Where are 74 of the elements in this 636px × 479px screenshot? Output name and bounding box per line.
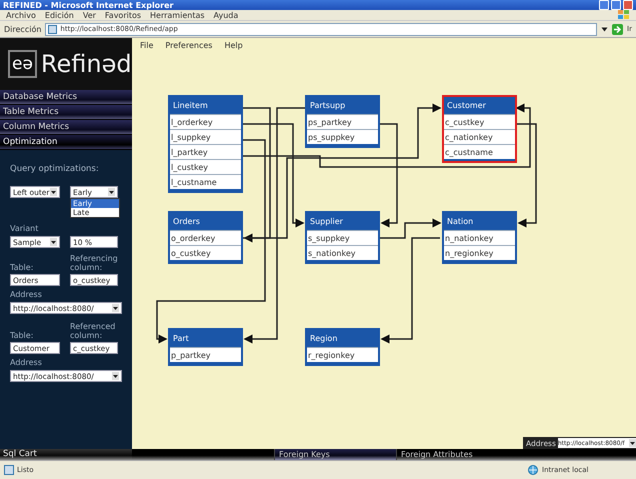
dropdown-arrow-icon[interactable]	[601, 26, 608, 32]
column-row[interactable]: l_custkey	[170, 159, 241, 174]
column-label: Referenced column:	[70, 322, 116, 340]
column-row[interactable]: s_nationkey	[307, 245, 378, 260]
column-row[interactable]: l_custname	[170, 174, 241, 189]
table-node[interactable]: Supplier s_suppkey s_nationkey	[305, 211, 380, 264]
column-row[interactable]: n_nationkey	[444, 230, 515, 245]
page-icon	[4, 465, 14, 475]
dropdown-arrow-icon[interactable]	[112, 372, 119, 380]
column-row[interactable]: o_orderkey	[170, 230, 241, 245]
table-name: Supplier	[309, 216, 344, 228]
tab[interactable]: Foreign Keys	[274, 449, 396, 460]
table-name: Lineitem	[172, 100, 209, 112]
column-row[interactable]: l_partkey	[170, 144, 241, 159]
go-arrow-icon[interactable]	[612, 24, 624, 34]
table-label: Table:	[10, 263, 34, 272]
sidebar-item[interactable]: Optimization	[0, 135, 132, 150]
column-row[interactable]: c_custkey	[444, 114, 515, 129]
menu-item[interactable]: Preferences	[165, 40, 212, 50]
table-node[interactable]: Region r_regionkey	[305, 328, 380, 366]
address-label: Address	[10, 290, 43, 299]
table-name: Region	[309, 333, 338, 345]
dropdown-arrow-icon[interactable]	[50, 238, 57, 246]
sql-cart-bar[interactable]: Sql Cart	[0, 449, 132, 460]
dropdown-arrow-icon[interactable]	[108, 188, 115, 196]
menu-item[interactable]: Herramientas	[150, 10, 205, 20]
logo-text: Refinəd	[40, 50, 132, 78]
table-name: Part	[172, 333, 190, 345]
dropdown-arrow-icon[interactable]	[50, 188, 57, 196]
windows-logo-icon	[618, 10, 630, 20]
table-node[interactable]: Partsupp ps_partkey ps_suppkey	[305, 95, 380, 148]
sidebar-item[interactable]: Table Metrics	[0, 105, 132, 120]
menu-item[interactable]: Archivo	[6, 10, 36, 20]
column-row[interactable]: l_orderkey	[170, 114, 241, 129]
table-node[interactable]: Lineitem l_orderkey l_suppkey l_partkey l_custkey l_custname	[168, 95, 243, 193]
menu-item[interactable]: Ayuda	[214, 10, 238, 20]
column-row[interactable]: r_regionkey	[307, 347, 378, 362]
page-icon	[48, 24, 58, 34]
menu-item[interactable]: Favoritos	[104, 10, 142, 20]
column-row[interactable]: l_suppkey	[170, 129, 241, 144]
table-name: Nation	[446, 216, 474, 228]
logo-mark: eə	[8, 50, 37, 78]
menu-item[interactable]: Edición	[44, 10, 74, 20]
table-node[interactable]: Customer c_custkey c_nationkey c_custname	[442, 95, 517, 163]
column-row[interactable]: o_custkey	[170, 245, 241, 260]
table-label: Table:	[10, 331, 34, 340]
panel-heading: Query optimizations:	[10, 164, 100, 174]
sidebar-item[interactable]: Database Metrics	[0, 90, 132, 105]
menu-item[interactable]: Ver	[82, 10, 96, 20]
sidebar-item[interactable]: Column Metrics	[0, 120, 132, 135]
menu-item[interactable]: Help	[224, 40, 243, 50]
column-label: Referencing column:	[70, 254, 119, 272]
close-button[interactable]	[623, 0, 633, 10]
column-row[interactable]: ps_suppkey	[307, 129, 378, 144]
column-row[interactable]: p_partkey	[170, 347, 241, 362]
column-row[interactable]: s_suppkey	[307, 230, 378, 245]
window-title: REFINED - Microsoft Internet Explorer	[3, 0, 174, 10]
address-label: Address	[10, 358, 43, 367]
address-label: Dirección	[4, 24, 42, 34]
column-row[interactable]: n_regionkey	[444, 245, 515, 260]
column-row[interactable]: c_nationkey	[444, 129, 515, 144]
table-name: Orders	[172, 216, 201, 228]
column-row[interactable]: ps_partkey	[307, 114, 378, 129]
dropdown-arrow-icon[interactable]	[112, 304, 119, 312]
globe-icon	[527, 465, 539, 475]
dropdown-arrow-icon[interactable]	[629, 439, 636, 447]
table-node[interactable]: Part p_partkey	[168, 328, 243, 366]
table-name: Customer	[446, 100, 487, 112]
table-node[interactable]: Orders o_orderkey o_custkey	[168, 211, 243, 264]
table-node[interactable]: Nation n_nationkey n_regionkey	[442, 211, 517, 264]
column-row[interactable]: c_custname	[444, 144, 515, 159]
table-name: Partsupp	[309, 100, 346, 112]
menu-item[interactable]: File	[140, 40, 154, 50]
variant-label: Variant	[10, 224, 40, 233]
